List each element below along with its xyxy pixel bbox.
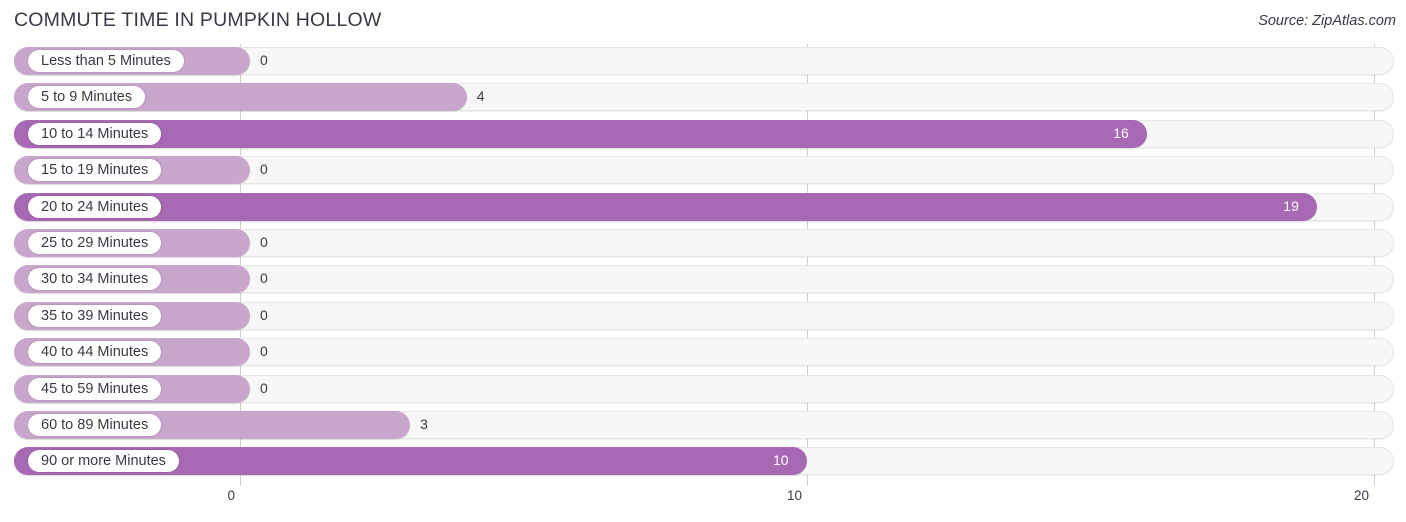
x-axis-tick-label: 20	[1353, 488, 1369, 503]
bar-category-label: 90 or more Minutes	[28, 450, 179, 473]
x-axis-tick-label: 10	[786, 488, 802, 503]
bar-rows: Less than 5 Minutes 0 5 to 9 Minutes 4 10 to…	[0, 44, 1406, 481]
bar-value-label: 0	[260, 379, 268, 396]
bar-value-label: 19	[1283, 197, 1299, 214]
bar-row[interactable]: 20 to 24 Minutes 19	[0, 190, 1406, 226]
bar-category-label: 40 to 44 Minutes	[28, 341, 162, 364]
bar-value-label: 0	[260, 161, 268, 178]
bar-category-label: 5 to 9 Minutes	[28, 86, 146, 109]
bar-category-label: 60 to 89 Minutes	[28, 413, 162, 436]
bar-value-label: 0	[260, 270, 268, 287]
bar-row[interactable]: 5 to 9 Minutes 4	[0, 80, 1406, 116]
bar-value-label: 0	[260, 52, 268, 68]
bar-row[interactable]: 25 to 29 Minutes 0	[0, 226, 1406, 262]
x-axis-tick-label: 0	[227, 488, 235, 503]
bar-category-label: 30 to 34 Minutes	[28, 268, 162, 291]
bar-row[interactable]: 15 to 19 Minutes 0	[0, 153, 1406, 189]
chart-plot-area: Less than 5 Minutes 0 5 to 9 Minutes 4 10 to…	[0, 44, 1406, 486]
bar-category-label: Less than 5 Minutes	[28, 50, 184, 72]
bar-row[interactable]: 45 to 59 Minutes 0	[0, 372, 1406, 408]
bar-category-label: 25 to 29 Minutes	[28, 231, 162, 254]
bar-value-label: 3	[420, 415, 428, 432]
bar-category-label: 20 to 24 Minutes	[28, 195, 162, 218]
source-attribution: Source: ZipAtlas.com	[1258, 13, 1396, 29]
bar-value-label: 4	[476, 88, 485, 105]
bar-row[interactable]: 60 to 89 Minutes 3	[0, 408, 1406, 444]
bar-row[interactable]: 40 to 44 Minutes 0	[0, 335, 1406, 371]
bar-row[interactable]: 90 or more Minutes 10	[0, 444, 1406, 480]
bar-category-label: 10 to 14 Minutes	[28, 122, 162, 145]
chart-header: COMMUTE TIME IN PUMPKIN HOLLOW Source: Z…	[0, 0, 1406, 44]
bar[interactable]	[14, 192, 1318, 221]
bar-row[interactable]: Less than 5 Minutes 0	[0, 44, 1406, 80]
bar-category-label: 45 to 59 Minutes	[28, 377, 162, 400]
bar-category-label: 35 to 39 Minutes	[28, 304, 162, 327]
page-title: COMMUTE TIME IN PUMPKIN HOLLOW	[14, 9, 382, 31]
bar-row[interactable]: 30 to 34 Minutes 0	[0, 262, 1406, 298]
x-axis: 0 10 20	[0, 486, 1406, 522]
bar-row[interactable]: 10 to 14 Minutes 16	[0, 117, 1406, 153]
bar-category-label: 15 to 19 Minutes	[28, 159, 162, 182]
bar-value-label: 10	[773, 452, 789, 469]
bar-value-label: 16	[1113, 124, 1129, 141]
bar-row[interactable]: 35 to 39 Minutes 0	[0, 299, 1406, 335]
bar[interactable]	[14, 119, 1148, 148]
bar-value-label: 0	[260, 306, 268, 323]
bar-value-label: 0	[260, 233, 268, 250]
bar-value-label: 0	[260, 343, 268, 360]
